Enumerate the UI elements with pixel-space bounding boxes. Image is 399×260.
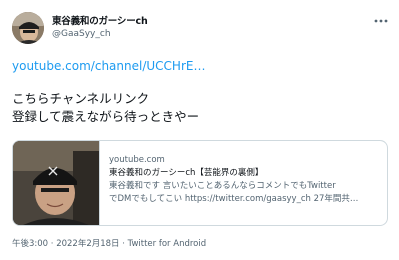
tweet-time[interactable]: 午後3:00: [12, 239, 48, 249]
card-description-line-2: でDMでもしてこい https://twitter.com/gaasyy_ch …: [109, 194, 359, 204]
card-text: youtube.com 東谷義和のガーシーch【芸能界の裏側】 東谷義和です 言…: [109, 154, 381, 206]
card-title: 東谷義和のガーシーch【芸能界の裏側】: [109, 168, 264, 178]
tweet-text-line-2: 登録して震えながら待っときやー: [12, 109, 200, 124]
avatar-image: [12, 12, 44, 44]
tweet-text-line-1: こちらチャンネルリンク: [12, 91, 150, 106]
card-thumbnail: [13, 141, 100, 225]
author-display-name[interactable]: 東谷義和のガーシーch: [52, 13, 148, 27]
author-handle[interactable]: @GaaSyy_ch: [52, 29, 111, 39]
meta-separator: ·: [48, 239, 57, 249]
more-horizontal-icon: [374, 19, 388, 23]
card-description-line-1: 東谷義和です 言いたいことあるんならコメントでもTwitter: [109, 181, 336, 191]
youtube-channel-link[interactable]: youtube.com/channel/UCCHrE…: [12, 59, 205, 73]
tweet-metadata: 午後3:00 · 2022年2月18日 · Twitter for Androi…: [12, 237, 206, 249]
more-options-button[interactable]: [373, 12, 389, 24]
tweet-text: こちらチャンネルリンク 登録して震えながら待っときやー: [12, 90, 199, 126]
tweet-date[interactable]: 2022年2月18日: [56, 239, 119, 249]
tweet-client[interactable]: Twitter for Android: [128, 239, 206, 249]
link-preview-card[interactable]: youtube.com 東谷義和のガーシーch【芸能界の裏側】 東谷義和です 言…: [12, 140, 388, 226]
card-domain: youtube.com: [109, 155, 165, 165]
card-thumbnail-image: [13, 141, 99, 225]
meta-separator: ·: [119, 239, 128, 249]
avatar[interactable]: [12, 12, 44, 44]
